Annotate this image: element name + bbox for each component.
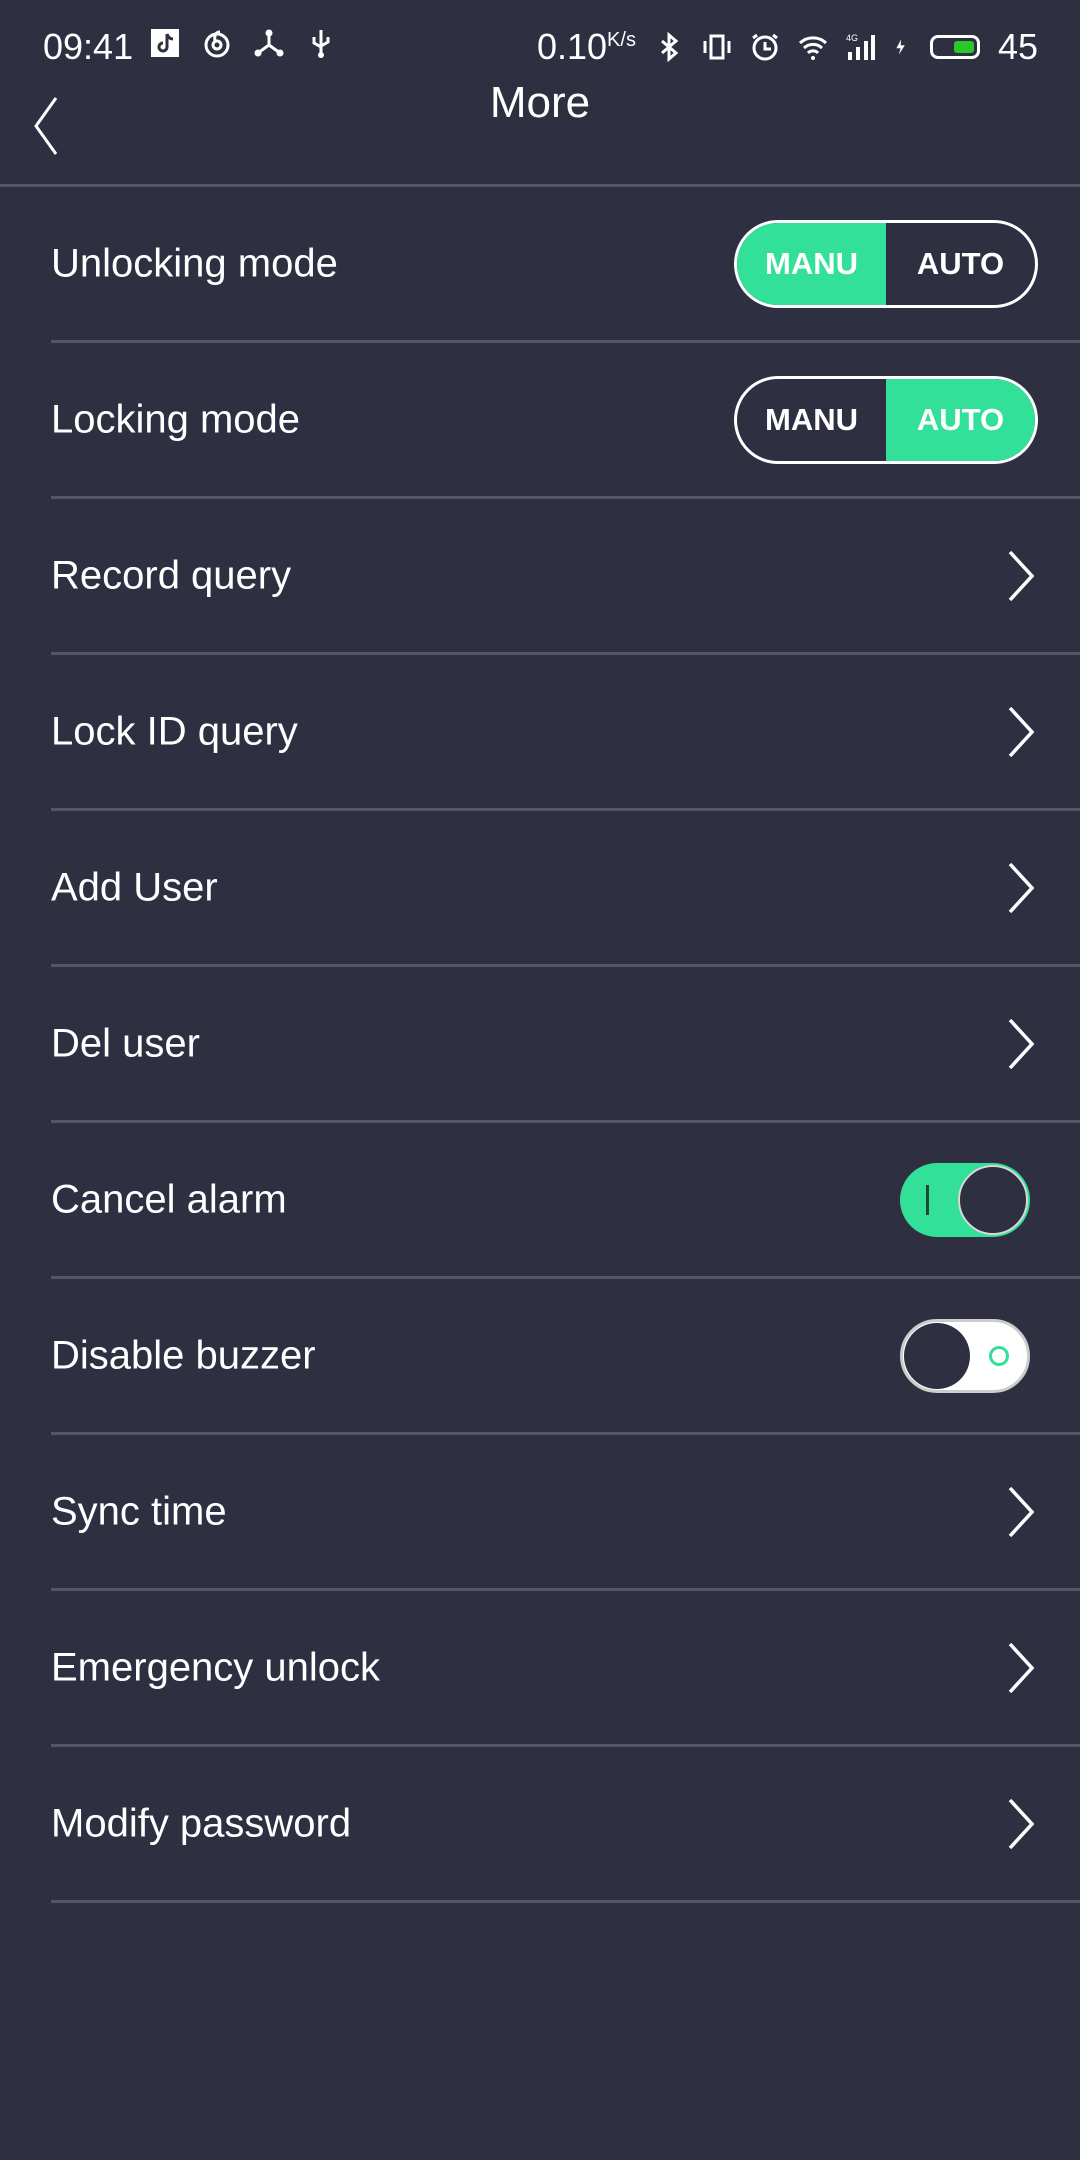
settings-list: Unlocking mode MANU AUTO Locking mode MA… (0, 187, 1080, 1903)
chevron-right-icon (1008, 706, 1035, 757)
row-sync-time[interactable]: Sync time (51, 1435, 1080, 1591)
status-left-icons (150, 28, 336, 58)
row-emergency-unlock[interactable]: Emergency unlock (51, 1591, 1080, 1747)
netease-music-icon (204, 30, 230, 58)
svg-text:4G: 4G (846, 33, 858, 43)
toggle-knob (958, 1164, 1028, 1235)
locking-mode-auto[interactable]: AUTO (886, 378, 1035, 461)
locking-mode-manu[interactable]: MANU (737, 379, 886, 461)
toggle-on-mark (926, 1184, 929, 1215)
cancel-alarm-toggle[interactable] (900, 1162, 1030, 1237)
unlocking-mode-auto[interactable]: AUTO (886, 223, 1035, 305)
chevron-right-icon (1008, 1798, 1035, 1849)
row-label: Unlocking mode (51, 241, 338, 285)
battery-percent: 45 (997, 26, 1038, 67)
chevron-right-icon (1008, 862, 1035, 913)
chevron-right-icon (1008, 550, 1035, 601)
row-label: Add User (51, 865, 218, 909)
chevron-right-icon (1008, 1486, 1035, 1537)
row-label: Disable buzzer (51, 1333, 316, 1377)
disable-buzzer-toggle[interactable] (900, 1318, 1030, 1393)
status-right: 0.10K/s 4G 45 (537, 26, 1038, 68)
row-label: Sync time (51, 1489, 227, 1533)
status-time: 09:41 (43, 26, 134, 67)
row-label: Emergency unlock (51, 1645, 381, 1689)
locking-mode-segmented[interactable]: MANU AUTO (734, 375, 1038, 464)
bluetooth-icon (660, 32, 679, 62)
battery-icon (929, 35, 980, 59)
unlocking-mode-manu[interactable]: MANU (737, 222, 886, 305)
row-label: Del user (51, 1021, 200, 1065)
net-speed: 0.10K/s (536, 26, 636, 67)
hotspot-share-icon (254, 29, 284, 57)
row-cancel-alarm: Cancel alarm (51, 1123, 1080, 1279)
row-record-query[interactable]: Record query (51, 499, 1080, 655)
toggle-off-mark (989, 1345, 1009, 1366)
row-disable-buzzer: Disable buzzer (51, 1279, 1080, 1435)
wifi-icon (798, 36, 827, 60)
page-title: More (489, 78, 591, 127)
unlocking-mode-segmented[interactable]: MANU AUTO (734, 219, 1038, 308)
row-label: Locking mode (51, 397, 301, 441)
row-modify-password[interactable]: Modify password (51, 1747, 1080, 1903)
row-label: Lock ID query (51, 709, 298, 753)
row-add-user[interactable]: Add User (51, 811, 1080, 967)
toggle-knob (904, 1322, 970, 1389)
usb-icon (312, 30, 330, 58)
row-unlocking-mode: Unlocking mode MANU AUTO (51, 187, 1080, 343)
tiktok-icon (151, 29, 179, 57)
signal-4g-icon: 4G (846, 33, 875, 60)
row-label: Record query (51, 553, 292, 597)
row-lock-id-query[interactable]: Lock ID query (51, 655, 1080, 811)
top-bar: More (0, 78, 1080, 187)
row-label: Cancel alarm (51, 1177, 287, 1221)
charging-icon (896, 39, 905, 55)
vibrate-icon (703, 34, 731, 60)
row-locking-mode: Locking mode MANU AUTO (51, 343, 1080, 499)
row-del-user[interactable]: Del user (51, 967, 1080, 1123)
row-label: Modify password (51, 1801, 352, 1845)
alarm-icon (752, 33, 778, 61)
chevron-right-icon (1008, 1018, 1035, 1069)
chevron-right-icon (1008, 1642, 1035, 1693)
